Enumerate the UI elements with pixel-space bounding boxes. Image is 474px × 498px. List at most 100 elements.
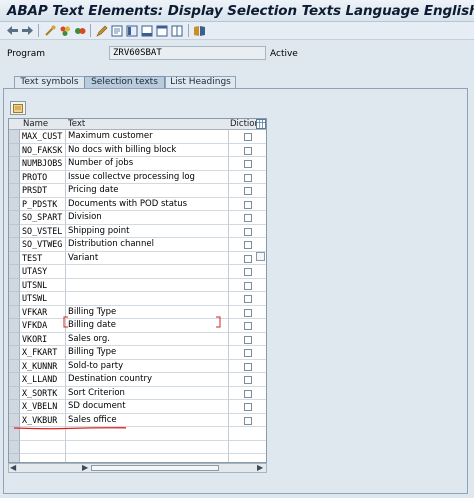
row-selector[interactable] [9, 427, 20, 441]
row-selector[interactable] [9, 359, 20, 373]
row-text-cell[interactable]: No docs with billing block [66, 143, 229, 157]
table-row[interactable]: X_LLAND Destination country [9, 373, 266, 387]
row-text-cell[interactable]: Shipping point [66, 224, 229, 238]
dictionary-checkbox[interactable] [244, 187, 252, 195]
table-row[interactable]: UTASY [9, 265, 266, 279]
row-selector[interactable] [9, 197, 20, 211]
table-row[interactable]: X_VKBUR Sales office [9, 413, 266, 427]
row-text-cell[interactable]: Issue collectve processing log [66, 170, 229, 184]
row-text-cell[interactable]: Destination country [66, 373, 229, 387]
row-text-cell[interactable]: Sold-to party [66, 359, 229, 373]
row-selector[interactable] [9, 143, 20, 157]
scroll-right-small-icon[interactable]: ▶ [82, 463, 88, 472]
row-text-cell[interactable]: Maximum customer [66, 130, 229, 144]
table-row[interactable] [9, 427, 266, 441]
dictionary-checkbox[interactable] [244, 214, 252, 222]
navigation-window-icon[interactable] [140, 24, 153, 37]
table-row[interactable]: SO_VTWEG Distribution channel [9, 238, 266, 252]
column-config-icon[interactable] [256, 119, 266, 129]
column-header-name[interactable]: Name [23, 119, 48, 130]
dictionary-checkbox[interactable] [244, 268, 252, 276]
table-row[interactable]: UTSWL [9, 292, 266, 306]
row-text-cell[interactable]: SD document [66, 400, 229, 414]
row-selector[interactable] [9, 170, 20, 184]
table-row[interactable]: SO_SPART Division [9, 211, 266, 225]
table-row[interactable]: X_SORTK Sort Criterion [9, 386, 266, 400]
row-text-cell[interactable]: Sales office [66, 413, 229, 427]
row-text-cell[interactable]: Billing date [66, 319, 229, 333]
forward-icon[interactable] [21, 24, 34, 37]
split-icon[interactable] [170, 24, 183, 37]
dictionary-checkbox[interactable] [244, 227, 252, 236]
object-list-icon[interactable] [125, 24, 138, 37]
row-selector[interactable] [9, 454, 20, 462]
check-icon[interactable] [58, 24, 71, 37]
dictionary-checkbox[interactable] [244, 349, 252, 357]
row-selector[interactable] [9, 346, 20, 360]
table-row[interactable]: PROTO Issue collectve processing log [9, 170, 266, 184]
dictionary-checkbox[interactable] [244, 322, 252, 330]
row-selector[interactable] [9, 332, 20, 346]
scroll-right-icon[interactable]: ▶ [257, 463, 263, 472]
row-selector[interactable] [9, 130, 20, 144]
row-text-cell[interactable] [66, 454, 229, 462]
program-field[interactable]: ZRV60SBAT [109, 46, 266, 60]
window-icon[interactable] [155, 24, 168, 37]
other-object-icon[interactable] [43, 24, 56, 37]
row-text-cell[interactable] [66, 440, 229, 454]
table-row[interactable]: NO_FAKSK No docs with billing block [9, 143, 266, 157]
row-selector[interactable] [9, 373, 20, 387]
dictionary-checkbox[interactable] [244, 241, 252, 249]
row-text-cell[interactable] [66, 278, 229, 292]
dictionary-checkbox[interactable] [244, 389, 252, 398]
row-text-cell[interactable] [66, 292, 229, 306]
table-row[interactable]: SO_VSTEL Shipping point [9, 224, 266, 238]
row-text-cell[interactable]: Pricing date [66, 184, 229, 198]
table-row[interactable]: PRSDT Pricing date [9, 184, 266, 198]
row-text-cell[interactable]: Billing Type [66, 305, 229, 319]
row-text-cell[interactable]: Sort Criterion [66, 386, 229, 400]
table-row[interactable]: X_KUNNR Sold-to party [9, 359, 266, 373]
table-row[interactable]: P_PDSTK Documents with POD status [9, 197, 266, 211]
activate-icon[interactable] [73, 24, 86, 37]
select-all-button[interactable] [10, 101, 26, 115]
row-selector[interactable] [9, 265, 20, 279]
row-selector[interactable] [9, 211, 20, 225]
table-row[interactable]: TEST Variant [9, 251, 266, 265]
dictionary-checkbox[interactable] [244, 308, 252, 317]
row-text-cell[interactable]: Distribution channel [66, 238, 229, 252]
row-selector[interactable] [9, 292, 20, 306]
row-selector[interactable] [9, 319, 20, 333]
scroll-left-icon[interactable]: ◀ [10, 463, 16, 472]
vertical-scroll-thumb[interactable] [256, 252, 265, 261]
dictionary-checkbox[interactable] [244, 160, 252, 168]
table-row[interactable]: NUMBJOBS Number of jobs [9, 157, 266, 171]
where-used-icon[interactable] [110, 24, 123, 37]
row-selector[interactable] [9, 278, 20, 292]
row-text-cell[interactable]: Sales org. [66, 332, 229, 346]
table-row[interactable]: VFKAR Billing Type [9, 305, 266, 319]
table-row[interactable]: VKORI Sales org. [9, 332, 266, 346]
table-row[interactable]: VFKDA Billing date [9, 319, 266, 333]
column-header-text[interactable]: Text [68, 119, 85, 130]
help-icon[interactable] [193, 24, 206, 37]
row-text-cell[interactable]: Billing Type [66, 346, 229, 360]
row-selector[interactable] [9, 386, 20, 400]
row-text-cell[interactable]: Number of jobs [66, 157, 229, 171]
horizontal-scrollbar[interactable]: ◀ ▶ ▶ [8, 463, 267, 473]
row-text-cell[interactable]: Division [66, 211, 229, 225]
row-selector[interactable] [9, 440, 20, 454]
horizontal-scroll-thumb[interactable] [91, 465, 219, 471]
row-selector[interactable] [9, 184, 20, 198]
table-row[interactable]: X_VBELN SD document [9, 400, 266, 414]
row-text-cell[interactable] [66, 265, 229, 279]
row-text-cell[interactable]: Variant [66, 251, 229, 265]
table-row[interactable]: MAX_CUST Maximum customer [9, 130, 266, 144]
row-selector[interactable] [9, 305, 20, 319]
dictionary-checkbox[interactable] [244, 335, 252, 344]
table-row[interactable]: X_FKART Billing Type [9, 346, 266, 360]
row-selector[interactable] [9, 251, 20, 265]
row-selector[interactable] [9, 157, 20, 171]
back-icon[interactable] [6, 24, 19, 37]
table-row[interactable]: UTSNL [9, 278, 266, 292]
